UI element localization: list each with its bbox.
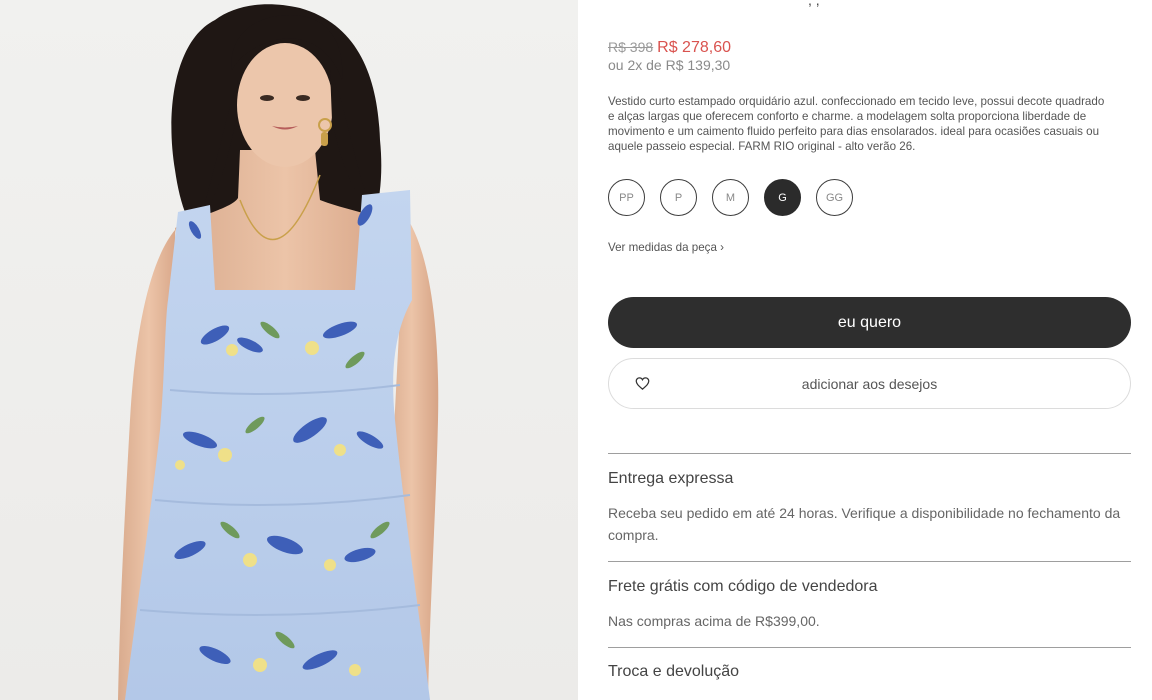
size-option-m[interactable]: M <box>712 179 749 216</box>
size-selector: PP P M G GG <box>608 179 853 216</box>
divider <box>608 453 1131 454</box>
size-option-gg[interactable]: GG <box>816 179 853 216</box>
section-express-delivery-title[interactable]: Entrega expressa <box>608 470 733 488</box>
section-free-shipping-text: Nas compras acima de R$399,00. <box>608 613 820 629</box>
size-option-pp[interactable]: PP <box>608 179 645 216</box>
section-express-delivery-text: Receba seu pedido em até 24 horas. Verif… <box>608 505 1121 543</box>
price-row: R$ 398 R$ 278,60 <box>608 39 731 57</box>
size-chart-link[interactable]: Ver medidas da peça › <box>608 241 724 254</box>
product-info-panel: , , R$ 398 R$ 278,60 ou 2x de R$ 139,30 … <box>608 0 1131 700</box>
old-price: R$ 398 <box>608 39 654 55</box>
installments-text: ou 2x de R$ 139,30 <box>608 57 731 73</box>
wishlist-button-label: adicionar aos desejos <box>801 375 938 392</box>
size-option-g[interactable]: G <box>764 179 801 216</box>
buy-button-label: eu quero <box>837 313 902 331</box>
size-option-p[interactable]: P <box>660 179 697 216</box>
add-to-wishlist-button[interactable]: adicionar aos desejos <box>608 358 1131 409</box>
section-returns-title[interactable]: Troca e devolução <box>608 663 739 681</box>
divider <box>608 561 1131 562</box>
product-title-fragment: , , <box>808 0 820 8</box>
heart-icon <box>635 377 650 390</box>
buy-button[interactable]: eu quero <box>608 297 1131 348</box>
section-free-shipping-title[interactable]: Frete grátis com código de vendedora <box>608 578 877 596</box>
divider <box>608 647 1131 648</box>
product-photo-illustration <box>118 4 439 700</box>
product-image[interactable] <box>0 0 578 700</box>
current-price: R$ 278,60 <box>657 39 731 56</box>
product-description: Vestido curto estampado orquidário azul.… <box>608 95 1105 153</box>
